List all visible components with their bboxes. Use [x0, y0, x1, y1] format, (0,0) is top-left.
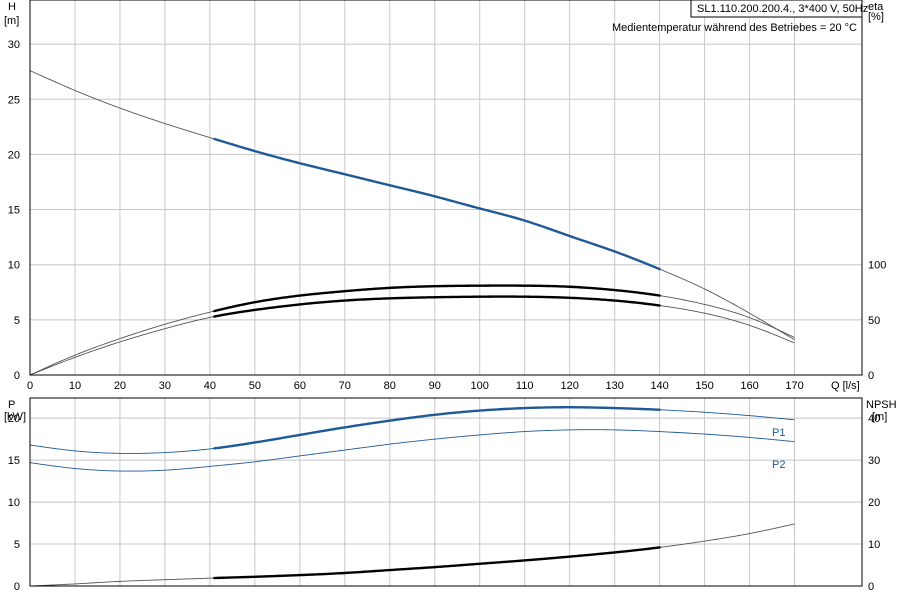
x-tick-label: 80	[384, 380, 396, 392]
x-tick-label: 120	[560, 380, 578, 392]
top-panel-curves	[29, 70, 795, 376]
top-left-tick-label: 25	[8, 94, 20, 106]
bottom-right-axis-unit: [m]	[872, 411, 887, 423]
top-right-tick-label: 50	[868, 315, 880, 327]
x-tick-label: 130	[605, 380, 623, 392]
top-panel-grid	[30, 0, 862, 375]
bottom-left-axis-unit: [kW]	[4, 411, 26, 423]
top-right-axis-unit: [%]	[868, 11, 884, 23]
top-eta-lower-curve	[29, 296, 795, 376]
top-left-tick-label: 0	[14, 370, 20, 382]
top-right-tick-label: 100	[868, 260, 886, 272]
bottom-right-tick-label: 0	[868, 581, 874, 593]
bottom-npsh-curve	[29, 523, 795, 587]
bottom-left-tick-label: 0	[14, 581, 20, 593]
top-left-tick-label: 10	[8, 260, 20, 272]
temperature-note: Medientemperatur während des Betriebes =…	[612, 22, 857, 34]
bottom-p2-curve	[29, 429, 795, 472]
bottom-p1-operating-range	[213, 406, 661, 450]
bottom-p1-curve	[29, 406, 795, 454]
x-tick-label: 40	[204, 380, 216, 392]
x-tick-label: 150	[695, 380, 713, 392]
x-tick-label: 100	[471, 380, 489, 392]
top-left-axis-label: H	[8, 1, 16, 13]
x-tick-label: 160	[740, 380, 758, 392]
bottom-left-tick-label: 10	[8, 497, 20, 509]
series-label-p2: P2	[772, 459, 785, 471]
top-panel-frame	[29, 0, 863, 376]
bottom-right-tick-label: 10	[868, 539, 880, 551]
x-tick-label: 170	[785, 380, 803, 392]
top-left-tick-label: 15	[8, 205, 20, 217]
top-h-operating-range	[213, 137, 661, 271]
model-label: SL1.110.200.200.4., 3*400 V, 50Hz	[697, 3, 868, 15]
top-left-axis-unit: [m]	[4, 15, 19, 27]
bottom-left-tick-label: 5	[14, 539, 20, 551]
bottom-panel-curves	[29, 406, 795, 587]
x-tick-label: 60	[294, 380, 306, 392]
bottom-left-tick-label: 15	[8, 455, 20, 467]
x-tick-label: 10	[69, 380, 81, 392]
top-left-tick-label: 30	[8, 39, 20, 51]
bottom-right-tick-label: 30	[868, 455, 880, 467]
series-label-p1: P1	[772, 427, 785, 439]
x-tick-label: 70	[339, 380, 351, 392]
top-right-tick-label: 0	[868, 370, 874, 382]
x-axis-label: Q [l/s]	[831, 380, 860, 392]
top-eta-upper-curve	[29, 285, 795, 376]
bottom-left-axis-label: P	[8, 399, 15, 411]
x-tick-label: 0	[27, 380, 33, 392]
pump-performance-chart: 0 10 20 30 40 50 60 70 80 90 100 110 120 130 140 150 160…	[4, 0, 897, 593]
top-left-tick-label: 20	[8, 149, 20, 161]
bottom-right-axis-label: NPSH	[866, 399, 897, 411]
bottom-right-tick-label: 20	[868, 497, 880, 509]
x-tick-label: 30	[159, 380, 171, 392]
top-eta-lower-operating-range	[213, 295, 661, 318]
bottom-npsh-operating-range	[213, 546, 661, 580]
x-tick-label: 50	[249, 380, 261, 392]
top-left-tick-label: 5	[14, 315, 20, 327]
x-tick-label: 20	[114, 380, 126, 392]
x-tick-label: 90	[429, 380, 441, 392]
bottom-panel-grid	[30, 398, 862, 586]
x-tick-label: 110	[516, 380, 534, 392]
bottom-panel-frame	[29, 397, 863, 587]
x-tick-label: 140	[650, 380, 668, 392]
